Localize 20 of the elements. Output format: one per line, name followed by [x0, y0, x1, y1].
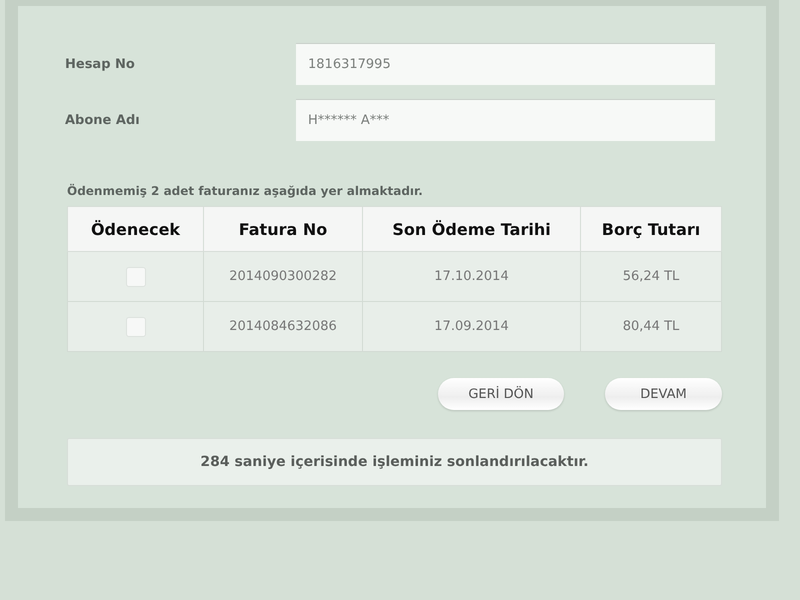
input-field[interactable]: H****** A*** [296, 99, 715, 141]
table-cell: 17.10.2014 [362, 252, 580, 302]
table-cell: 80,44 TL [580, 302, 722, 352]
input-field[interactable]: 1816317995 [296, 43, 715, 85]
table-cell: 17.09.2014 [362, 302, 580, 352]
continue-button[interactable]: DEVAM [605, 378, 722, 410]
column-header: Borç Tutarı [580, 206, 722, 252]
field-label: Abone Adı [64, 112, 141, 128]
table-cell: 2014090300282 [204, 252, 362, 302]
info-text: Ödenmemiş 2 adet faturanız aşağıda yer almaktadır. [67, 184, 424, 200]
checkbox[interactable] [126, 266, 146, 286]
table-cell: 2014084632086 [204, 302, 362, 352]
column-header: Son Ödeme Tarihi [362, 206, 580, 252]
table-cell: 56,24 TL [580, 252, 722, 302]
column-header: Ödenecek [68, 206, 204, 252]
back-button[interactable]: GERİ DÖN [438, 378, 564, 410]
timeout-notice: 284 saniye içerisinde işleminiz sonlandırılacaktır. [67, 438, 722, 486]
checkbox[interactable] [126, 316, 146, 336]
field-label: Hesap No [64, 56, 136, 72]
column-header: Fatura No [204, 206, 362, 252]
